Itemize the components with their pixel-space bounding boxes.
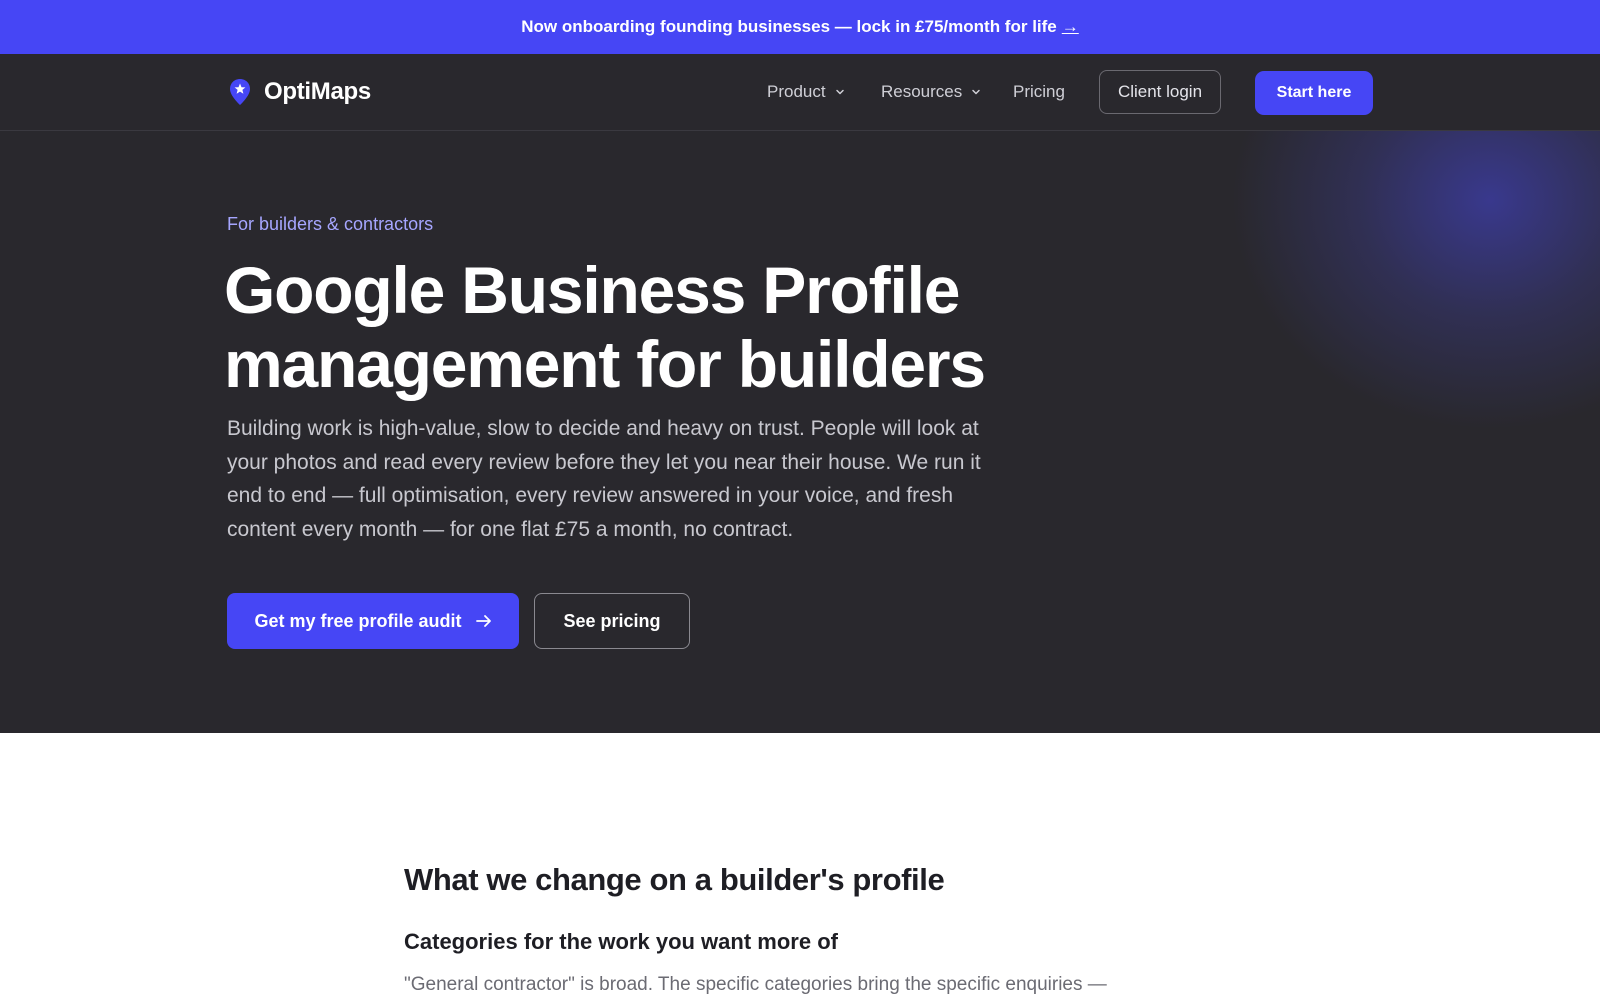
hero-headline-line-1: Google Business Profile	[224, 253, 960, 327]
arrow-right-icon	[475, 615, 491, 627]
section-title: What we change on a builder's profile	[404, 862, 945, 897]
announcement-arrow-link[interactable]: →	[1062, 17, 1079, 37]
chevron-down-icon	[972, 89, 981, 95]
free-profile-audit-button[interactable]: Get my free profile audit	[227, 593, 519, 649]
section-subtitle: Categories for the work you want more of	[404, 929, 838, 954]
hero-headline-line-2: management for builders	[224, 327, 986, 401]
hero-lead-paragraph: Building work is high-value, slow to dec…	[227, 417, 981, 541]
map-pin-star-icon	[230, 79, 250, 105]
hero-eyebrow: For builders & contractors	[227, 214, 434, 234]
nav-item-label: Product	[767, 82, 826, 101]
brand-name: OptiMaps	[264, 78, 371, 105]
brand-logo[interactable]: OptiMaps	[228, 78, 371, 106]
top-navigation: OptiMaps Product Resources Pricing Clien…	[0, 54, 1600, 131]
client-login-button[interactable]: Client login	[1099, 70, 1221, 114]
nav-item-resources[interactable]: Resources	[881, 82, 981, 102]
hero-section: For builders & contractors Google Busine…	[0, 131, 1600, 733]
announcement-bar: Now onboarding founding businesses — loc…	[0, 0, 1600, 54]
start-here-button[interactable]: Start here	[1255, 71, 1373, 115]
nav-item-label: Resources	[881, 82, 963, 101]
hero-headline: Google Business Profile management for b…	[224, 253, 1124, 401]
free-profile-audit-label: Get my free profile audit	[254, 610, 462, 631]
section-body-text: "General contractor" is broad. The speci…	[404, 974, 1107, 995]
chevron-down-icon	[835, 89, 844, 95]
hero-glow-decoration	[1230, 131, 1600, 431]
see-pricing-button[interactable]: See pricing	[534, 593, 690, 649]
nav-item-label: Pricing	[1013, 82, 1065, 101]
nav-item-pricing[interactable]: Pricing	[1013, 82, 1065, 102]
announcement-text: Now onboarding founding businesses — loc…	[521, 17, 1057, 36]
nav-item-product[interactable]: Product	[767, 82, 845, 102]
